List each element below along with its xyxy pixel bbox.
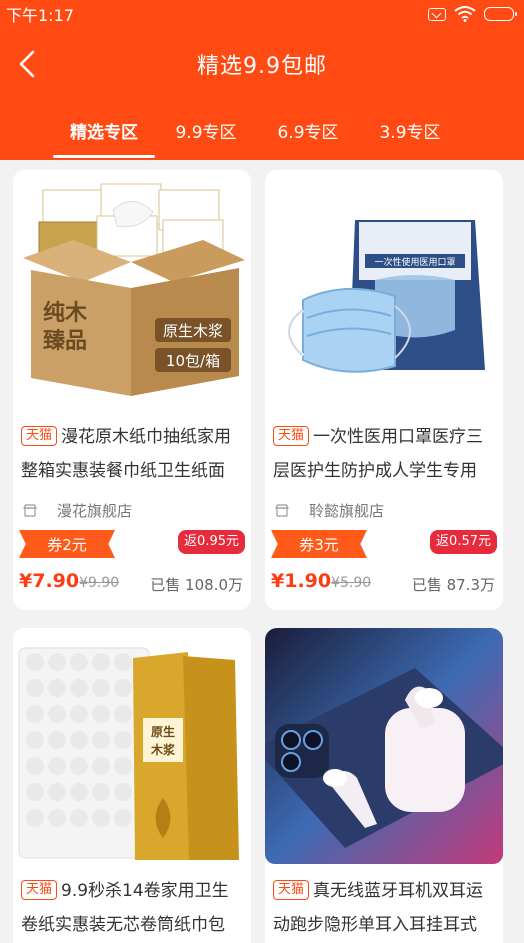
tmall-badge: 天猫 — [21, 426, 58, 446]
original-price: ¥5.90 — [331, 575, 372, 591]
chevron-left-icon — [19, 50, 35, 78]
product-title: 天猫 一次性医用口罩医疗三层医护生防护成人学生专用 — [273, 426, 484, 481]
tab-featured[interactable]: 精选专区 — [53, 100, 155, 160]
product-title: 天猫 9.9秒杀14卷家用卫生卷纸实惠装无芯卷筒纸巾包 — [21, 880, 229, 935]
svg-text:10包/箱: 10包/箱 — [166, 352, 220, 370]
tmall-badge: 天猫 — [21, 880, 58, 900]
price: ¥1.90¥5.90 — [271, 570, 372, 592]
tab-6-9[interactable]: 6.9专区 — [257, 100, 359, 160]
tab-bar: 精选专区 9.9专区 6.9专区 3.9专区 — [0, 100, 524, 160]
product-card[interactable]: 原生 木浆 天猫 9.9秒杀14卷家用卫生卷纸实惠装无芯卷筒纸巾包 — [13, 628, 251, 943]
page-title: 精选9.9包邮 — [197, 54, 327, 79]
product-card[interactable]: 天猫 真无线蓝牙耳机双耳运动跑步隐形单耳入耳挂耳式 — [265, 628, 503, 943]
shop-name[interactable]: 漫花旗舰店 — [23, 500, 132, 521]
shop-icon — [23, 504, 37, 517]
shop-name[interactable]: 聆懿旗舰店 — [275, 500, 384, 521]
sold-count: 已售 108.0万 — [150, 576, 243, 594]
battery-icon — [484, 7, 517, 21]
message-icon — [428, 7, 446, 21]
tab-9-9[interactable]: 9.9专区 — [155, 100, 257, 160]
box-brand-text: 纯木 — [43, 300, 88, 326]
coupon-badge[interactable]: 券2元 — [19, 530, 115, 558]
product-image: 纯木 臻品 原生木浆 10包/箱 — [13, 170, 251, 406]
wifi-icon — [454, 6, 476, 22]
svg-text:一次性使用医用口罩: 一次性使用医用口罩 — [374, 256, 455, 268]
product-image: 原生 木浆 — [13, 628, 251, 864]
coupon-badge[interactable]: 券3元 — [271, 530, 367, 558]
product-image: 一次性使用医用口罩 — [265, 170, 503, 406]
back-button[interactable] — [14, 48, 40, 80]
rebate-badge: 返0.95元 — [178, 530, 245, 554]
sold-count: 已售 87.3万 — [411, 576, 495, 594]
tab-3-9[interactable]: 3.9专区 — [359, 100, 461, 160]
price: ¥7.90¥9.90 — [19, 570, 120, 592]
rebate-badge: 返0.57元 — [430, 530, 497, 554]
status-bar: 下午1:17 — [0, 0, 524, 28]
svg-text:原生木浆: 原生木浆 — [163, 322, 223, 340]
svg-text:臻品: 臻品 — [43, 329, 87, 354]
status-icons — [428, 6, 517, 22]
title-bar: 精选9.9包邮 — [0, 28, 524, 100]
status-time: 下午1:17 — [6, 6, 74, 25]
product-card[interactable]: 纯木 臻品 原生木浆 10包/箱 天猫 漫花原木纸巾抽纸家用整箱实惠装餐巾纸卫生纸… — [13, 170, 251, 610]
svg-text:木浆: 木浆 — [150, 742, 176, 757]
product-title: 天猫 漫花原木纸巾抽纸家用整箱实惠装餐巾纸卫生纸面 — [21, 426, 232, 481]
tmall-badge: 天猫 — [273, 880, 310, 900]
original-price: ¥9.90 — [79, 575, 120, 591]
product-card[interactable]: 一次性使用医用口罩 天猫 一次性医用口罩医疗三层医护生防护成人学生专用 聆懿旗舰店… — [265, 170, 503, 610]
product-title: 天猫 真无线蓝牙耳机双耳运动跑步隐形单耳入耳挂耳式 — [273, 880, 484, 935]
product-grid: 纯木 臻品 原生木浆 10包/箱 天猫 漫花原木纸巾抽纸家用整箱实惠装餐巾纸卫生纸… — [0, 160, 524, 943]
shop-icon — [275, 504, 289, 517]
svg-text:原生: 原生 — [151, 724, 175, 739]
tmall-badge: 天猫 — [273, 426, 310, 446]
header: 下午1:17 精选9.9包邮 精选专区 9.9专区 6.9专区 3.9专区 — [0, 0, 524, 160]
product-image — [265, 628, 503, 864]
